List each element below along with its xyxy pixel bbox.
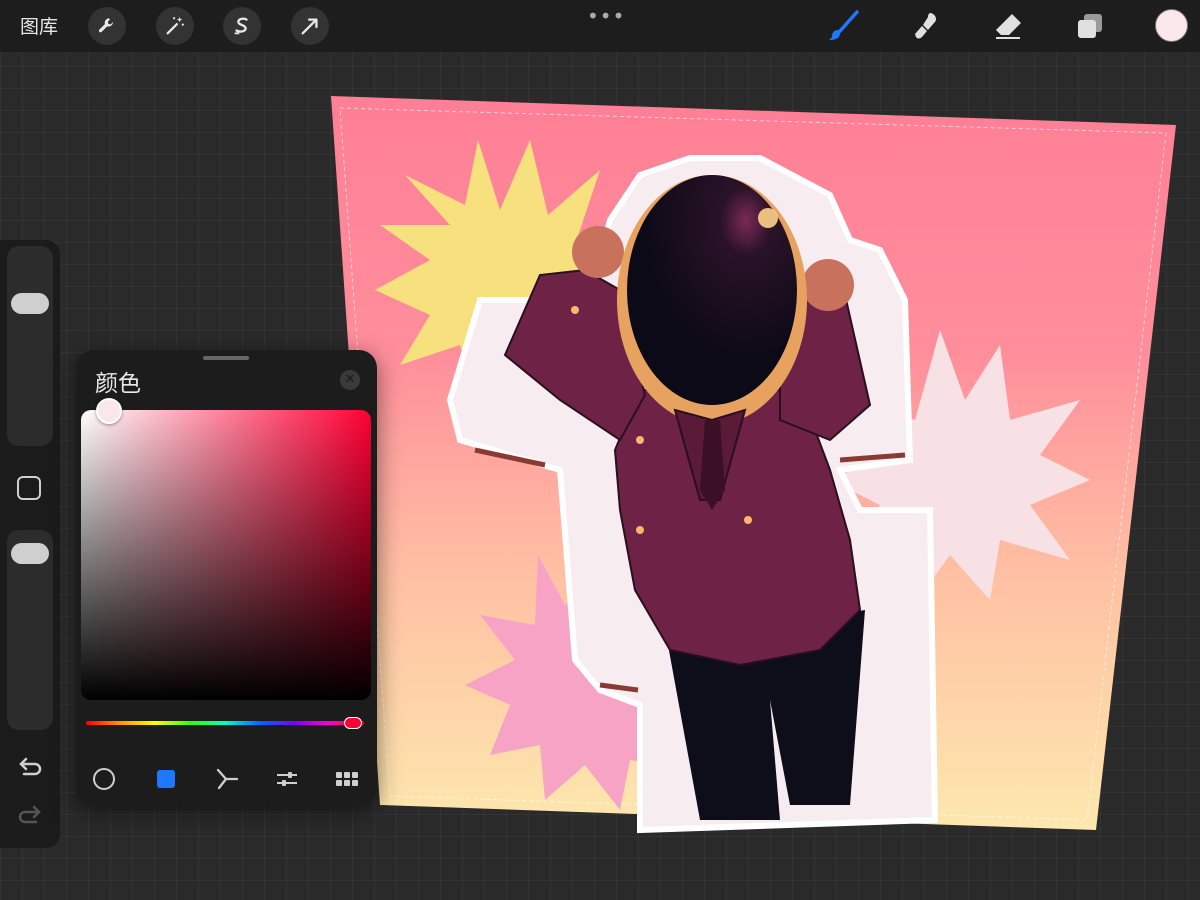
- character-suit: [613, 389, 862, 667]
- brush-icon: [829, 10, 859, 40]
- redo-arrow-icon: [18, 805, 41, 824]
- palettes-icon: [336, 772, 358, 786]
- selection-button[interactable]: [223, 7, 261, 45]
- color-panel: 颜色 ✕: [76, 350, 377, 806]
- selection-icon: [234, 17, 248, 35]
- transform-button[interactable]: [291, 7, 329, 45]
- mode-harmony-button[interactable]: [214, 766, 240, 792]
- redo-button[interactable]: [16, 802, 44, 830]
- undo-button[interactable]: [16, 754, 44, 782]
- transform-arrow-icon: [301, 18, 318, 35]
- disc-icon: [93, 768, 115, 790]
- opacity-thumb[interactable]: [11, 543, 49, 564]
- color-picker-cursor[interactable]: [96, 398, 122, 424]
- pink-starburst: [465, 555, 720, 810]
- top-toolbar: 图库 •••: [0, 0, 1200, 52]
- character-left-hand: [572, 226, 624, 278]
- layers-icon: [1078, 14, 1102, 38]
- character-legs: [668, 610, 865, 820]
- hue-slider-knob[interactable]: [344, 717, 362, 729]
- undo-arrow-icon: [19, 757, 42, 776]
- more-dots-icon[interactable]: •••: [587, 4, 625, 28]
- actions-button[interactable]: [88, 7, 126, 45]
- left-sidebar: [0, 240, 60, 848]
- wrench-icon: [98, 18, 114, 33]
- eraser-button[interactable]: [990, 8, 1026, 44]
- smudge-button[interactable]: [908, 8, 944, 44]
- smudge-icon: [915, 13, 936, 39]
- mode-value-button[interactable]: [274, 766, 300, 792]
- mode-classic-button[interactable]: [153, 766, 179, 792]
- value-icon: [277, 772, 297, 786]
- saturation-value-square[interactable]: [81, 410, 371, 700]
- mode-palettes-button[interactable]: [334, 766, 360, 792]
- layers-button[interactable]: [1072, 8, 1108, 44]
- modify-button[interactable]: [17, 476, 41, 500]
- panel-grab-handle[interactable]: [203, 356, 249, 360]
- sticker-outline: [446, 155, 939, 834]
- panel-title: 颜色: [95, 371, 141, 397]
- white-starburst: [830, 330, 1090, 610]
- mode-disc-button[interactable]: [91, 766, 117, 792]
- close-icon[interactable]: ✕: [340, 370, 360, 390]
- yellow-starburst: [375, 140, 645, 395]
- brush-size-slider[interactable]: [7, 246, 53, 446]
- character-hood: [617, 175, 807, 425]
- character-helmet: [627, 175, 797, 405]
- brush-size-thumb[interactable]: [11, 293, 49, 314]
- opacity-slider[interactable]: [7, 530, 53, 730]
- gallery-button[interactable]: 图库: [20, 12, 58, 39]
- brush-button[interactable]: [826, 8, 862, 44]
- eraser-icon: [996, 14, 1021, 39]
- current-color-swatch[interactable]: [1155, 9, 1188, 42]
- adjustments-button[interactable]: [156, 7, 194, 45]
- harmony-icon: [216, 768, 239, 790]
- magic-wand-icon: [166, 16, 184, 35]
- classic-icon: [157, 770, 175, 788]
- artwork-background: [331, 96, 1176, 830]
- hue-slider[interactable]: [86, 721, 364, 725]
- character-right-hand: [802, 259, 854, 311]
